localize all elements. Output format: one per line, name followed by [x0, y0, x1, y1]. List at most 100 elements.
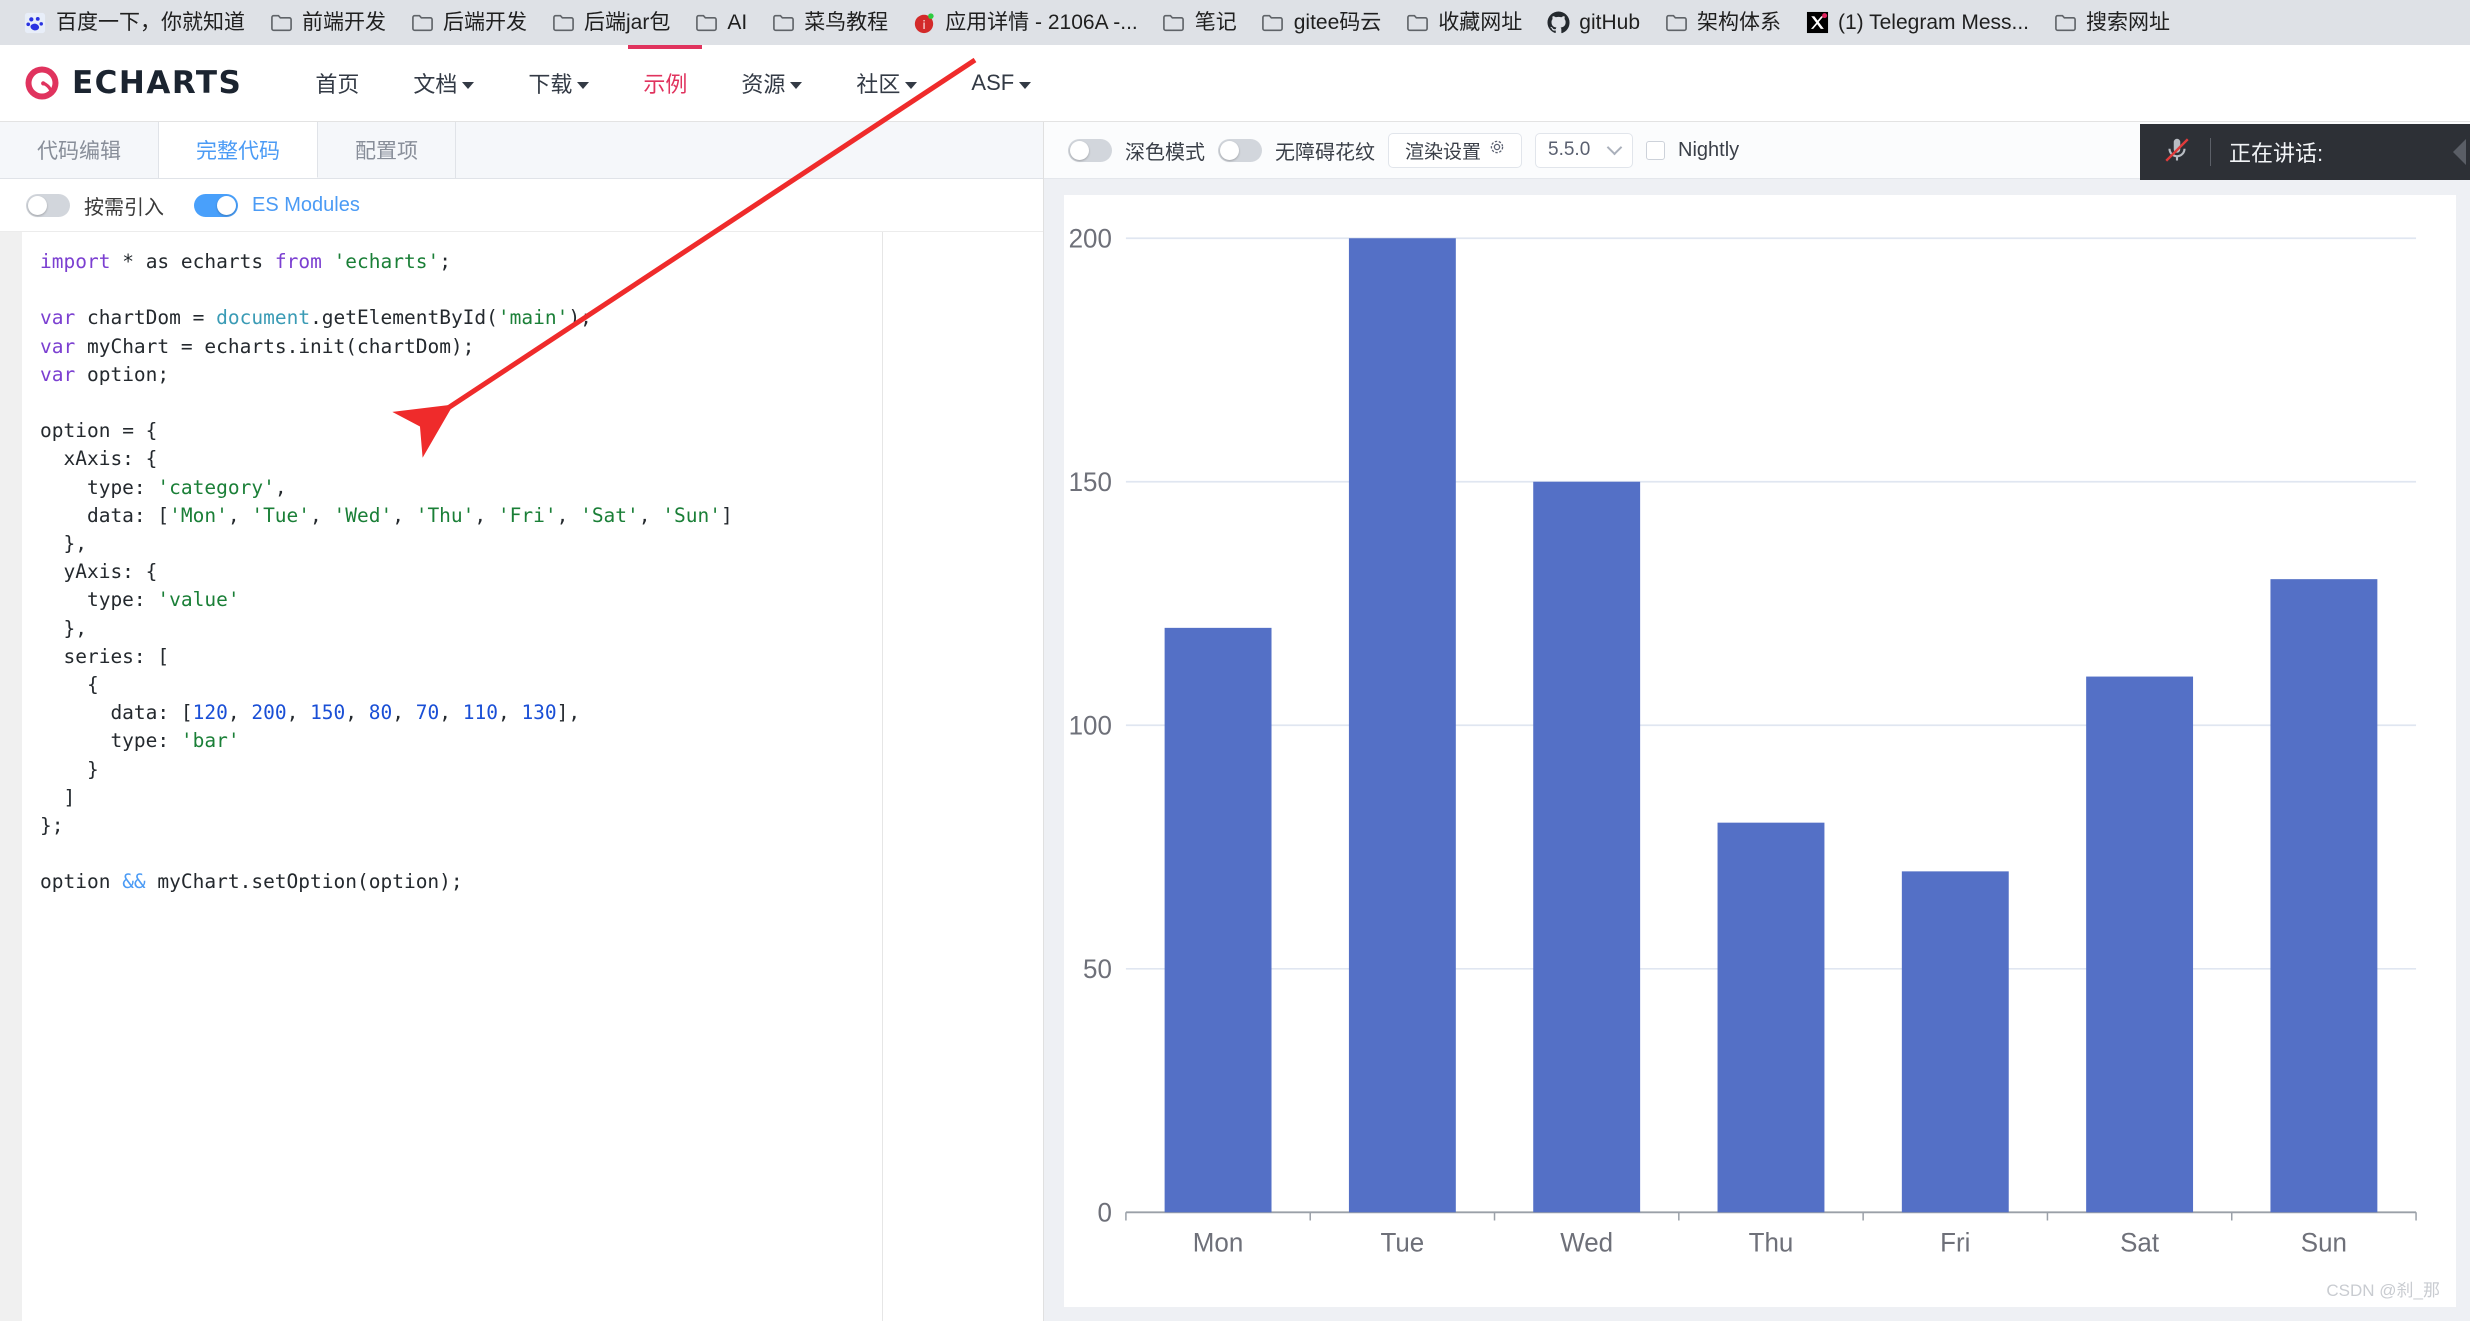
- bookmark-item[interactable]: 架构体系: [1655, 6, 1790, 40]
- y-axis-tick-label: 50: [1083, 954, 1112, 984]
- nav-item-download[interactable]: 下载: [501, 45, 616, 121]
- mic-muted-icon[interactable]: [2162, 135, 2192, 170]
- tab-config-options[interactable]: 配置项: [318, 122, 456, 178]
- bookmark-item[interactable]: 菜鸟教程: [762, 6, 897, 40]
- bar: [1533, 482, 1640, 1213]
- preview-pane: 深色模式 无障碍花纹 渲染设置 5.5.0 Nightly 0501001502…: [1044, 122, 2470, 1321]
- echarts-logo[interactable]: ECHARTS: [22, 63, 242, 103]
- bar: [1902, 871, 2009, 1212]
- nav-item-examples[interactable]: 示例: [616, 45, 714, 121]
- bookmark-label: 后端jar包: [584, 12, 670, 33]
- x-axis-tick-label: Tue: [1380, 1227, 1424, 1257]
- bookmark-item[interactable]: 搜索网址: [2044, 6, 2179, 40]
- nav-label: 社区: [856, 67, 900, 99]
- bar-chart[interactable]: 050100150200MonTueWedThuFriSatSun: [1064, 195, 2456, 1307]
- bookmark-label: 应用详情 - 2106A -...: [945, 12, 1138, 33]
- main-nav: 首页 文档 下载 示例 资源 社区 ASF: [288, 45, 1058, 121]
- app-detail-icon: i: [912, 11, 936, 35]
- collapse-arrow-icon[interactable]: [2453, 139, 2466, 165]
- bar: [2086, 677, 2193, 1213]
- code-editor[interactable]: import * as echarts from 'echarts'; var …: [0, 232, 1043, 1321]
- chevron-down-icon: [1607, 139, 1623, 155]
- editor-vertical-rule: [882, 232, 883, 1321]
- nav-label: 下载: [528, 67, 572, 99]
- svg-text:i: i: [923, 17, 926, 31]
- version-value: 5.5.0: [1548, 139, 1590, 161]
- nightly-checkbox[interactable]: [1646, 141, 1665, 160]
- editor-gutter: [0, 232, 22, 1321]
- y-axis-tick-label: 150: [1069, 467, 1112, 497]
- version-select[interactable]: 5.5.0: [1535, 133, 1633, 168]
- bookmark-item[interactable]: i 应用详情 - 2106A -...: [903, 6, 1147, 40]
- nav-item-asf[interactable]: ASF: [944, 45, 1058, 121]
- bookmark-item[interactable]: 后端jar包: [542, 6, 679, 40]
- bookmark-item[interactable]: 前端开发: [260, 6, 395, 40]
- bar: [1718, 823, 1825, 1213]
- nightly-label: Nightly: [1678, 139, 1739, 162]
- x-axis-tick-label: Fri: [1940, 1227, 1970, 1257]
- nav-item-home[interactable]: 首页: [288, 45, 386, 121]
- nav-label: 首页: [315, 67, 359, 99]
- x-axis-tick-label: Mon: [1193, 1227, 1243, 1257]
- code-content[interactable]: import * as echarts from 'echarts'; var …: [22, 232, 733, 1321]
- tab-code-editor[interactable]: 代码编辑: [0, 122, 159, 178]
- bookmark-label: 笔记: [1195, 12, 1237, 33]
- nav-item-docs[interactable]: 文档: [386, 45, 501, 121]
- nav-item-resources[interactable]: 资源: [714, 45, 829, 121]
- tab-label: 代码编辑: [37, 135, 121, 165]
- site-header: ECHARTS 首页 文档 下载 示例 资源 社区 ASF: [0, 45, 2470, 122]
- speaking-status-bar: 正在讲话:: [2140, 124, 2470, 180]
- folder-icon: [771, 11, 795, 35]
- watermark: CSDN @刹_那: [2326, 1276, 2440, 1301]
- tab-full-code[interactable]: 完整代码: [159, 122, 318, 178]
- folder-icon: [1405, 11, 1429, 35]
- speaking-label: 正在讲话:: [2229, 136, 2323, 168]
- bookmark-item[interactable]: (1) Telegram Mess...: [1796, 6, 2038, 40]
- gear-icon: [1489, 139, 1505, 161]
- toggle-knob: [1070, 141, 1089, 160]
- bookmark-item[interactable]: 后端开发: [401, 6, 536, 40]
- tab-label: 配置项: [355, 135, 418, 165]
- import-mode-row: 按需引入 ES Modules: [0, 179, 1043, 232]
- bookmarks-bar: 百度一下，你就知道 前端开发 后端开发 后端jar包 AI 菜鸟教程 i 应用详…: [0, 0, 2470, 45]
- render-settings-button[interactable]: 渲染设置: [1388, 133, 1522, 168]
- echarts-wordmark: ECHARTS: [72, 65, 242, 101]
- bookmark-label: 搜索网址: [2086, 12, 2170, 33]
- bar: [1349, 238, 1456, 1212]
- nav-item-community[interactable]: 社区: [829, 45, 944, 121]
- bar: [2270, 579, 2377, 1212]
- folder-icon: [694, 11, 718, 35]
- toggle-knob: [28, 196, 47, 215]
- x-axis-tick-label: Thu: [1749, 1227, 1794, 1257]
- chevron-down-icon: [577, 82, 589, 89]
- editor-tabs: 代码编辑 完整代码 配置项: [0, 122, 1043, 179]
- bookmark-label: 百度一下，你就知道: [56, 12, 245, 33]
- bookmark-item[interactable]: AI: [685, 6, 756, 40]
- divider: [2210, 138, 2211, 166]
- es-modules-toggle[interactable]: [194, 194, 238, 217]
- chevron-down-icon: [905, 82, 917, 89]
- bookmark-item[interactable]: gitHub: [1537, 6, 1649, 40]
- dark-mode-toggle[interactable]: [1068, 139, 1112, 162]
- x-twitter-icon: [1805, 11, 1829, 35]
- on-demand-import-toggle[interactable]: [26, 194, 70, 217]
- bookmark-label: 后端开发: [443, 12, 527, 33]
- folder-icon: [1664, 11, 1688, 35]
- chart-preview[interactable]: 050100150200MonTueWedThuFriSatSun CSDN @…: [1064, 195, 2456, 1307]
- bookmark-item[interactable]: 百度一下，你就知道: [14, 6, 254, 40]
- bar: [1165, 628, 1272, 1212]
- bookmark-item[interactable]: 收藏网址: [1396, 6, 1531, 40]
- bookmark-item[interactable]: 笔记: [1153, 6, 1246, 40]
- nav-label: 文档: [413, 67, 457, 99]
- accessible-pattern-toggle[interactable]: [1218, 139, 1262, 162]
- bookmark-label: 菜鸟教程: [804, 12, 888, 33]
- bookmark-item[interactable]: gitee码云: [1252, 6, 1391, 40]
- on-demand-import-label: 按需引入: [84, 191, 164, 220]
- dark-mode-label: 深色模式: [1125, 136, 1205, 165]
- bookmark-label: gitee码云: [1294, 12, 1382, 33]
- x-axis-tick-label: Sun: [2301, 1227, 2347, 1257]
- bookmark-label: gitHub: [1579, 12, 1640, 33]
- y-axis-tick-label: 200: [1069, 223, 1112, 253]
- nav-label: 示例: [643, 67, 687, 99]
- folder-icon: [410, 11, 434, 35]
